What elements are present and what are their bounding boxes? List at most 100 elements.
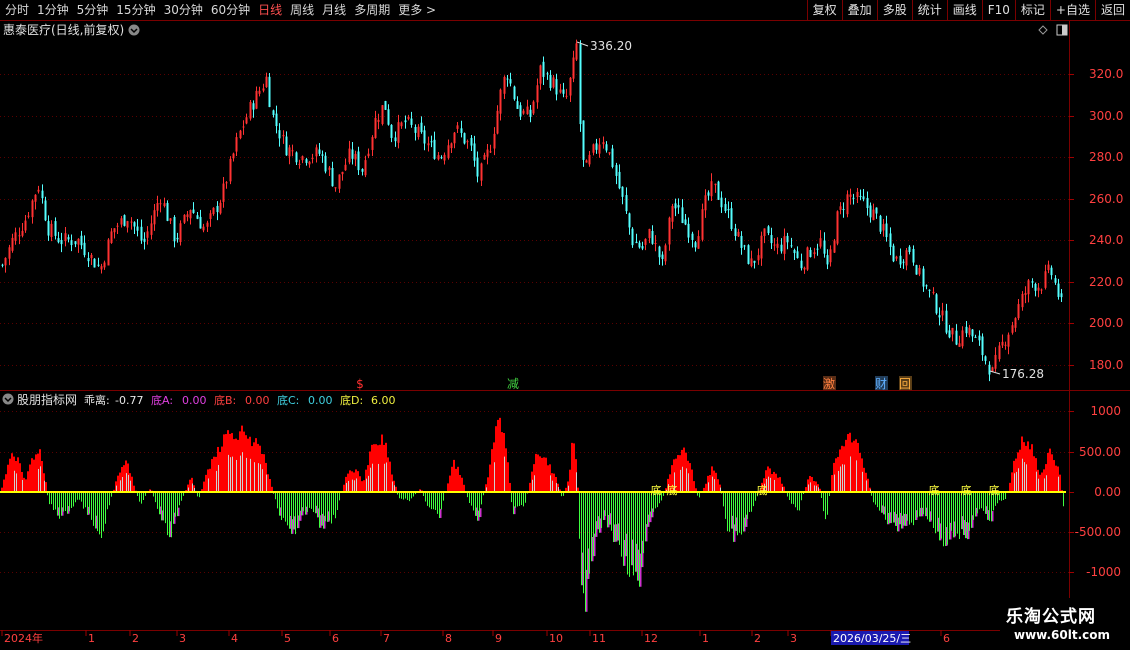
price-label: 280.0 xyxy=(1089,150,1123,164)
candle-body xyxy=(397,122,400,143)
candle-body xyxy=(150,223,153,235)
candle-body xyxy=(611,148,614,167)
histogram-shadow xyxy=(810,482,811,492)
candle-body xyxy=(443,154,446,161)
candle-body xyxy=(912,248,915,263)
diamond-icon[interactable] xyxy=(1038,25,1048,35)
bottom-signal-label: 底 xyxy=(961,483,972,497)
histogram-shadow xyxy=(1058,476,1059,492)
indicator-histogram xyxy=(1,417,1064,612)
candle-body xyxy=(11,237,14,251)
candle-body xyxy=(598,144,601,154)
histogram-bar xyxy=(247,438,249,492)
time-label: 2 xyxy=(754,632,761,645)
histogram-shadow xyxy=(1046,475,1047,492)
candle-body xyxy=(8,247,11,259)
histogram-shadow xyxy=(366,478,367,492)
histogram-shadow xyxy=(840,466,841,492)
candle-body xyxy=(842,208,845,211)
candle-body xyxy=(493,133,496,149)
candle-body xyxy=(750,258,753,267)
candle-body xyxy=(381,105,384,124)
candle-body xyxy=(252,103,255,110)
candle-body xyxy=(875,207,878,214)
candle-body xyxy=(265,76,268,88)
candle-body xyxy=(671,206,674,222)
candle-body xyxy=(216,205,219,213)
title-menu-icon[interactable] xyxy=(128,24,140,36)
legend-label: 底C: xyxy=(277,393,299,407)
histogram-bar xyxy=(343,484,345,492)
candle-body xyxy=(572,57,575,79)
candle-body xyxy=(800,260,803,269)
histogram-bar xyxy=(117,475,119,492)
candle-body xyxy=(430,141,433,143)
histogram-bar xyxy=(221,446,223,492)
histogram-bar xyxy=(1019,449,1021,492)
candle-body xyxy=(321,154,324,156)
histogram-bar xyxy=(1031,444,1033,492)
bottom-signal-label: 底 xyxy=(667,483,678,497)
candle-body xyxy=(483,154,486,160)
histogram-shadow xyxy=(862,471,863,492)
indicator-label: 500.00 xyxy=(1079,445,1121,459)
histogram-bar xyxy=(219,451,221,492)
bottom-signal-label: 底 xyxy=(757,483,768,497)
stock-chart[interactable]: 惠泰医疗(日线,前复权) 336.20 176.28 $ 减激财回 320.030… xyxy=(0,0,1130,650)
candle-body xyxy=(948,330,951,338)
candle-body xyxy=(351,149,354,159)
candle-body xyxy=(70,240,73,246)
candle-body xyxy=(542,61,545,77)
candle-body xyxy=(727,208,730,211)
candle-body xyxy=(466,141,469,143)
candle-body xyxy=(410,118,413,125)
candle-body xyxy=(575,43,578,60)
candle-body xyxy=(899,255,902,265)
histogram-bar xyxy=(131,476,133,492)
candle-body xyxy=(536,85,539,103)
histogram-bar xyxy=(775,473,777,492)
histogram-bar xyxy=(349,470,351,492)
candle-body xyxy=(354,153,357,160)
time-label: 10 xyxy=(549,632,563,645)
histogram-shadow xyxy=(38,468,39,492)
histogram-shadow xyxy=(1014,473,1015,492)
legend-label: 底B: xyxy=(214,393,236,407)
histogram-bar xyxy=(389,461,391,492)
histogram-bar xyxy=(491,449,493,492)
candle-body xyxy=(291,150,294,152)
candle-body xyxy=(971,329,974,337)
candle-body xyxy=(163,203,166,207)
candle-body xyxy=(463,133,466,144)
histogram-shadow xyxy=(714,479,715,492)
histogram-bar xyxy=(205,474,207,492)
candle-body xyxy=(1001,341,1004,346)
histogram-bar xyxy=(23,477,25,492)
candle-body xyxy=(585,160,588,163)
candle-body xyxy=(159,203,162,205)
histogram-bar xyxy=(3,479,5,492)
candle-body xyxy=(734,228,737,237)
candle-body xyxy=(341,171,344,175)
histogram-bar xyxy=(381,434,383,492)
candle-body xyxy=(998,345,1001,360)
histogram-bar xyxy=(7,464,9,492)
histogram-bar xyxy=(361,481,363,492)
histogram-shadow xyxy=(120,480,121,492)
candle-body xyxy=(268,76,271,108)
histogram-bar xyxy=(507,462,509,492)
candle-body xyxy=(836,211,839,244)
histogram-bar xyxy=(851,442,853,492)
candle-body xyxy=(710,181,713,197)
candle-body xyxy=(288,147,291,157)
candle-body xyxy=(961,330,964,347)
panel-toggle-icon[interactable] xyxy=(1056,24,1068,36)
candle-body xyxy=(1017,304,1020,319)
histogram-shadow xyxy=(1018,468,1019,492)
legend-label: 乖离: xyxy=(84,393,110,407)
indicator-label: -1000 xyxy=(1086,565,1121,579)
candle-body xyxy=(212,207,215,215)
candle-body xyxy=(905,250,908,266)
indicator-menu-icon[interactable] xyxy=(2,393,14,405)
histogram-shadow xyxy=(384,463,385,492)
